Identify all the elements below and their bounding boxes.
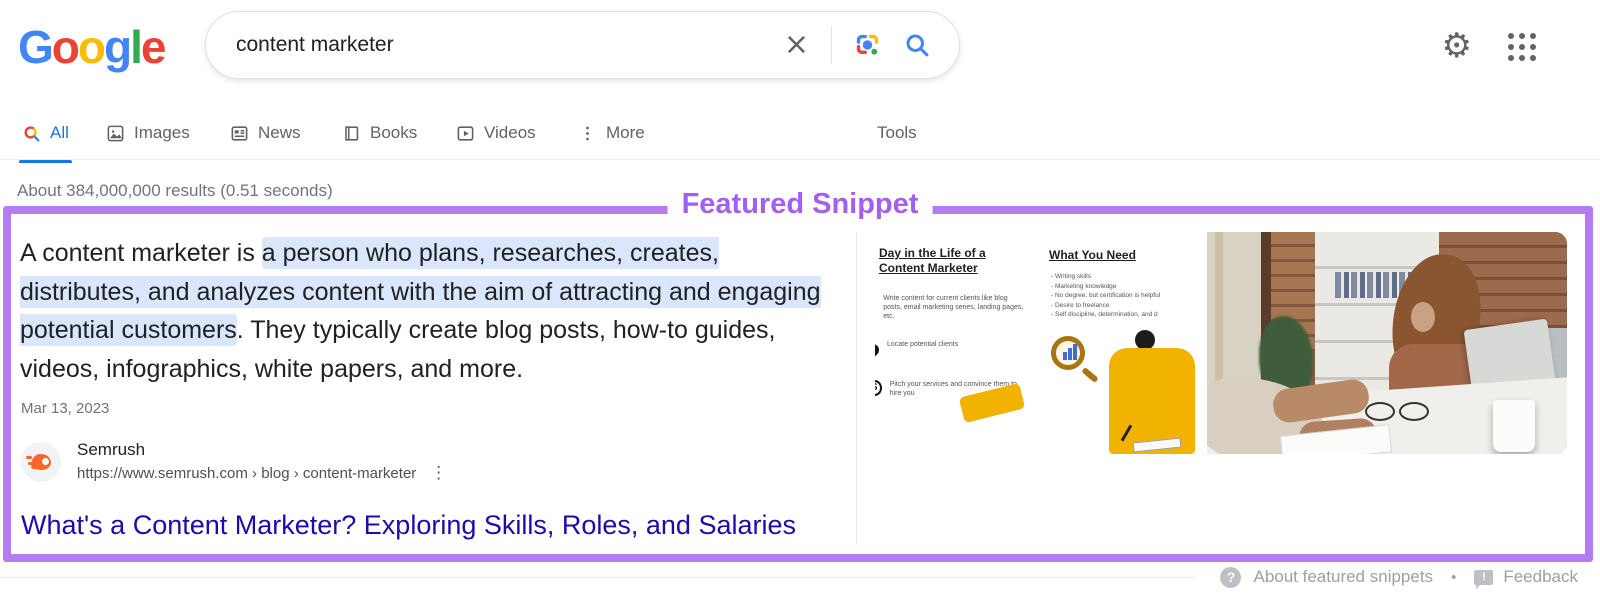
infographic-needs-heading: What You Need — [1049, 248, 1136, 262]
settings-gear-icon[interactable]: ⚙ — [1442, 26, 1472, 66]
tab-more[interactable]: More — [578, 116, 645, 150]
snippet-date: Mar 13, 2023 — [21, 400, 110, 417]
videos-icon — [457, 125, 474, 141]
snippet-footer: ? About featured snippets • ! Feedback — [0, 564, 1578, 590]
snippet-thumbnails: Day in the Life of a Content Marketer Wr… — [875, 232, 1567, 454]
news-icon — [231, 125, 248, 141]
google-serp-page: Google × ⚙ — [0, 0, 1600, 601]
tools-label: Tools — [877, 123, 917, 142]
tab-label: News — [258, 123, 301, 142]
feedback-link[interactable]: Feedback — [1503, 567, 1578, 587]
pencil-icon — [875, 300, 876, 309]
tab-label: All — [50, 123, 69, 142]
search-bar[interactable]: × — [205, 11, 960, 79]
featured-snippet-box: A content marketer is a person who plans… — [3, 206, 1593, 562]
photo-woman-face — [1411, 302, 1435, 332]
results-stats: About 384,000,000 results (0.51 seconds) — [17, 181, 333, 200]
logo-letter: G — [18, 21, 54, 73]
result-source-row[interactable]: Semrush https://www.semrush.com › blog ›… — [21, 440, 447, 483]
infographic-step: Locate potential clients — [875, 340, 1027, 359]
about-featured-snippets-link[interactable]: About featured snippets — [1253, 567, 1433, 587]
photo-glasses — [1357, 400, 1449, 421]
result-options-icon[interactable]: ⋮ — [430, 463, 447, 483]
logo-letter: o — [77, 21, 106, 73]
result-title-link[interactable]: What's a Content Marketer? Exploring Ski… — [21, 510, 796, 541]
google-apps-icon[interactable] — [1508, 33, 1536, 61]
office-photo-thumbnail[interactable] — [1207, 232, 1567, 454]
infographic-illustration — [958, 328, 1203, 454]
all-search-icon — [24, 125, 40, 141]
semrush-favicon — [21, 441, 61, 482]
tab-label: Videos — [484, 123, 536, 142]
dollar-icon: $ — [875, 380, 882, 396]
tab-all[interactable]: All — [19, 116, 72, 163]
source-breadcrumb-url: https://www.semrush.com › blog › content… — [77, 464, 417, 482]
tab-label: Books — [370, 123, 418, 142]
footer-separator: • — [1451, 568, 1457, 586]
infographic-needs-list: Writing skills Marketing knowledge No de… — [1051, 272, 1201, 320]
tab-label: Images — [134, 123, 190, 142]
column-divider — [856, 232, 857, 544]
logo-letter: o — [51, 21, 80, 73]
tab-news[interactable]: News — [230, 116, 301, 150]
source-site-name: Semrush — [77, 440, 146, 459]
infographic-heading: Day in the Life of a Content Marketer — [879, 246, 986, 275]
search-bar-divider — [831, 26, 832, 64]
featured-snippet-label: Featured Snippet — [667, 188, 933, 221]
search-input[interactable] — [206, 33, 784, 57]
snippet-text: A content marketer is a person who plans… — [20, 234, 838, 388]
tab-label: More — [606, 123, 645, 142]
search-tabs-bar: All Images News Books Videos More Tools — [0, 106, 1600, 163]
tab-books[interactable]: Books — [342, 116, 417, 150]
location-pin-icon — [875, 341, 882, 359]
logo-letter: g — [104, 21, 132, 73]
tab-videos[interactable]: Videos — [456, 116, 536, 150]
books-icon — [345, 125, 359, 141]
search-submit-icon[interactable] — [903, 31, 931, 59]
tools-button[interactable]: Tools — [877, 116, 917, 150]
logo-letter: e — [140, 21, 167, 73]
footer-divider — [0, 576, 1195, 578]
snippet-text-plain: A content marketer is — [20, 239, 262, 267]
photo-mug — [1493, 400, 1535, 452]
more-dots-icon — [586, 126, 589, 140]
images-icon — [107, 125, 124, 141]
google-logo[interactable]: Google — [18, 20, 167, 74]
tab-images[interactable]: Images — [106, 116, 190, 150]
google-lens-icon[interactable] — [854, 32, 881, 59]
infographic-thumbnail[interactable]: Day in the Life of a Content Marketer Wr… — [875, 232, 1203, 454]
help-question-icon[interactable]: ? — [1220, 566, 1242, 588]
feedback-icon[interactable]: ! — [1474, 569, 1494, 589]
clear-search-icon[interactable]: × — [784, 30, 809, 60]
logo-letter: l — [130, 21, 143, 73]
infographic-step: Write content for current clients like b… — [875, 294, 1027, 321]
